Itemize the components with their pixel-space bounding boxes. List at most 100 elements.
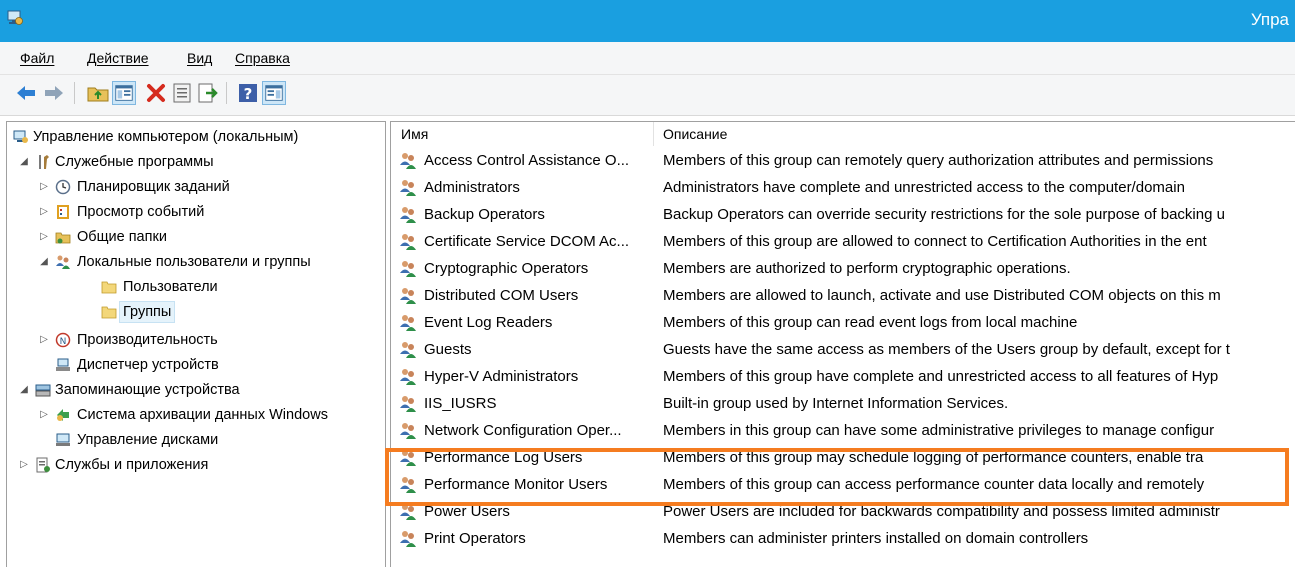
properties-icon[interactable] xyxy=(170,81,194,105)
group-icon xyxy=(400,477,416,493)
group-name: Performance Log Users xyxy=(424,449,583,466)
delete-icon[interactable] xyxy=(144,81,168,105)
back-arrow-icon[interactable] xyxy=(14,81,38,105)
list-item[interactable]: IIS_IUSRS Built-in group used by Interne… xyxy=(391,390,1295,417)
menu-help[interactable]: Справка xyxy=(235,50,290,66)
expand-arrow-icon[interactable]: ▷ xyxy=(39,201,49,223)
list-item[interactable]: Cryptographic Operators Members are auth… xyxy=(391,255,1295,282)
group-description: Members of this group can read event log… xyxy=(663,314,1078,331)
collapse-arrow-icon[interactable]: ◢ xyxy=(19,151,29,173)
group-name: Backup Operators xyxy=(424,206,545,223)
list-item[interactable]: Power Users Power Users are included for… xyxy=(391,498,1295,525)
up-folder-icon[interactable] xyxy=(86,81,110,105)
computer-management-icon xyxy=(13,130,28,143)
expand-arrow-icon[interactable]: ▷ xyxy=(39,226,49,248)
group-description: Backup Operators can override security r… xyxy=(663,206,1225,223)
action-pane-icon[interactable] xyxy=(262,81,286,105)
list-item[interactable]: Performance Log Users Members of this gr… xyxy=(391,444,1295,471)
list-item[interactable]: Guests Guests have the same access as me… xyxy=(391,336,1295,363)
group-icon xyxy=(400,234,416,250)
group-icon xyxy=(400,369,416,385)
group-icon xyxy=(400,531,416,547)
computer-management-icon xyxy=(7,10,23,25)
storage-icon xyxy=(35,384,51,397)
column-header-name[interactable]: Имя xyxy=(391,122,654,146)
tree-label: Просмотр событий xyxy=(77,204,205,220)
shared-folder-icon xyxy=(55,232,71,244)
console-tree: Управление компьютером (локальным) ◢ Слу… xyxy=(6,121,386,567)
group-icon xyxy=(400,450,416,466)
expand-arrow-icon[interactable]: ▷ xyxy=(39,329,49,351)
tree-label: Производительность xyxy=(77,332,218,348)
list-item[interactable]: Event Log Readers Members of this group … xyxy=(391,309,1295,336)
device-manager-icon xyxy=(56,358,70,371)
tree-label: Общие папки xyxy=(77,229,167,245)
show-hide-tree-icon[interactable] xyxy=(112,81,136,105)
list-item[interactable]: Network Configuration Oper... Members in… xyxy=(391,417,1295,444)
group-description: Members in this group can have some admi… xyxy=(663,422,1215,439)
tree-label: Диспетчер устройств xyxy=(77,357,219,373)
users-group-icon xyxy=(56,255,70,269)
list-item[interactable]: Certificate Service DCOM Ac... Members o… xyxy=(391,228,1295,255)
backup-icon xyxy=(57,409,69,421)
expand-arrow-icon[interactable]: ▷ xyxy=(19,454,29,476)
group-icon xyxy=(400,288,416,304)
group-description: Built-in group used by Internet Informat… xyxy=(663,395,1009,412)
tree-label: Локальные пользователи и группы xyxy=(77,254,311,270)
folder-icon xyxy=(101,306,117,319)
group-description: Members are authorized to perform crypto… xyxy=(663,260,1071,277)
tree-label: Службы и приложения xyxy=(55,457,209,473)
list-item[interactable]: Print Operators Members can administer p… xyxy=(391,525,1295,552)
toolbar-separator xyxy=(74,82,75,104)
tree-label: Управление компьютером (локальным) xyxy=(33,129,299,145)
list-item[interactable]: Administrators Administrators have compl… xyxy=(391,174,1295,201)
menu-action[interactable]: Действие xyxy=(87,50,149,66)
collapse-arrow-icon[interactable]: ◢ xyxy=(39,251,49,273)
group-description: Power Users are included for backwards c… xyxy=(663,503,1220,520)
title-bar: Упра xyxy=(0,0,1295,42)
disk-management-icon xyxy=(56,433,70,446)
group-icon xyxy=(400,396,416,412)
svg-text:N: N xyxy=(60,337,67,347)
tools-icon xyxy=(39,155,49,169)
list-item[interactable]: Backup Operators Backup Operators can ov… xyxy=(391,201,1295,228)
group-name: Access Control Assistance O... xyxy=(424,152,630,169)
expand-arrow-icon[interactable]: ▷ xyxy=(39,404,49,426)
list-item[interactable]: Access Control Assistance O... Members o… xyxy=(391,147,1295,174)
group-description: Guests have the same access as members o… xyxy=(663,341,1230,358)
group-icon xyxy=(400,504,416,520)
event-viewer-icon xyxy=(57,205,69,219)
collapse-arrow-icon[interactable]: ◢ xyxy=(19,379,29,401)
group-name: IIS_IUSRS xyxy=(424,395,497,412)
svg-text:?: ? xyxy=(244,85,253,103)
group-description: Members can administer printers installe… xyxy=(663,530,1089,547)
group-name: Print Operators xyxy=(424,530,526,547)
column-header-description[interactable]: Описание xyxy=(655,122,1295,146)
group-icon xyxy=(400,153,416,169)
clock-icon xyxy=(55,179,71,195)
menu-view[interactable]: Вид xyxy=(187,50,212,66)
performance-icon: N xyxy=(55,332,71,348)
expand-arrow-icon[interactable]: ▷ xyxy=(39,176,49,198)
menu-file[interactable]: Файл xyxy=(20,50,54,66)
group-name: Guests xyxy=(424,341,472,358)
group-icon xyxy=(400,315,416,331)
tree-label: Пользователи xyxy=(123,279,218,295)
group-name: Event Log Readers xyxy=(424,314,553,331)
list-item[interactable]: Distributed COM Users Members are allowe… xyxy=(391,282,1295,309)
group-name: Cryptographic Operators xyxy=(424,260,589,277)
group-name: Administrators xyxy=(424,179,520,196)
list-item[interactable]: Hyper-V Administrators Members of this g… xyxy=(391,363,1295,390)
group-description: Members are allowed to launch, activate … xyxy=(663,287,1221,304)
group-name: Performance Monitor Users xyxy=(424,476,608,493)
group-icon xyxy=(400,207,416,223)
list-item[interactable]: Performance Monitor Users Members of thi… xyxy=(391,471,1295,498)
help-icon[interactable]: ? xyxy=(236,81,260,105)
group-name: Hyper-V Administrators xyxy=(424,368,579,385)
window-title: Упра xyxy=(1250,10,1289,29)
group-icon xyxy=(400,261,416,277)
forward-arrow-icon[interactable] xyxy=(42,81,66,105)
group-icon xyxy=(400,180,416,196)
group-description: Members of this group may schedule loggi… xyxy=(663,449,1204,466)
export-list-icon[interactable] xyxy=(196,81,220,105)
